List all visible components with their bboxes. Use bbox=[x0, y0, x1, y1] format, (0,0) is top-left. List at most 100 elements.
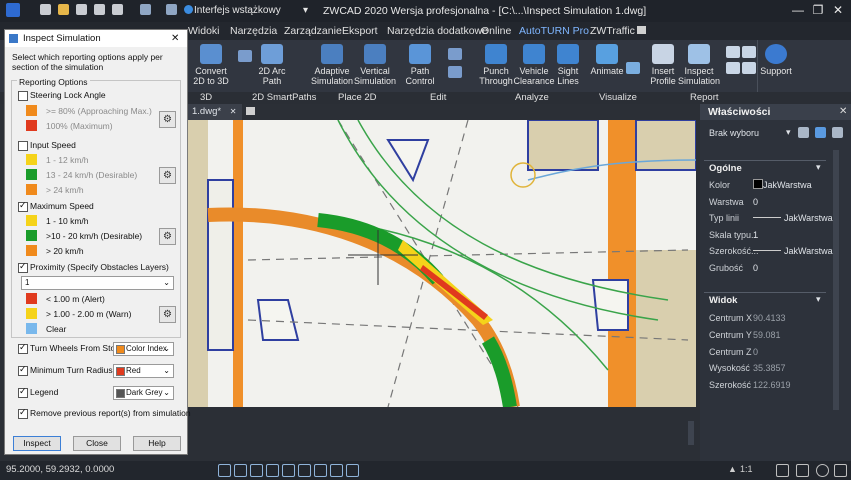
turn-wheels-checkbox[interactable] bbox=[18, 342, 28, 354]
obstacle-layer-select[interactable]: 1 ⌄ bbox=[21, 276, 174, 290]
prop-value[interactable]: 0 bbox=[753, 197, 758, 207]
prop-value[interactable]: JakWarstwa bbox=[763, 180, 812, 190]
menu-narzedzia-dodatkowe[interactable]: Narzędzia dodatkowe bbox=[387, 24, 488, 38]
otrack-icon[interactable] bbox=[298, 464, 311, 477]
edit-tool-icon[interactable] bbox=[448, 48, 462, 60]
annotation-scale[interactable]: 1:1 bbox=[740, 464, 753, 474]
prop-value[interactable]: 1 bbox=[753, 230, 758, 240]
settings-gear-icon[interactable] bbox=[816, 464, 829, 477]
new-tab-icon[interactable] bbox=[246, 107, 255, 115]
menu-online[interactable]: Online bbox=[481, 24, 511, 38]
undo-icon[interactable] bbox=[140, 4, 151, 15]
dialog-title-bar[interactable]: Inspect Simulation ✕ bbox=[5, 30, 187, 47]
edit-tool-icon[interactable] bbox=[448, 66, 462, 78]
menu-zarzadzanie[interactable]: Zarządzanie bbox=[284, 24, 342, 38]
2d-arc-path-button[interactable]: 2D Arc Path bbox=[250, 44, 294, 94]
legend-checkbox[interactable] bbox=[18, 386, 28, 398]
collapse-icon[interactable]: ▾ bbox=[816, 162, 821, 173]
sight-lines-button[interactable]: Sight Lines bbox=[546, 44, 590, 94]
help-button[interactable]: Help bbox=[133, 436, 181, 451]
input-speed-checkbox[interactable] bbox=[18, 141, 28, 151]
prop-value[interactable]: JakWarstwa bbox=[784, 213, 833, 223]
menu-widoki[interactable]: Widoki bbox=[188, 24, 220, 38]
color-picker-button[interactable]: ⚙ bbox=[159, 306, 176, 323]
inspect-button[interactable]: Inspect bbox=[13, 436, 61, 451]
close-dialog-button[interactable]: Close bbox=[73, 436, 121, 451]
steering-lock-checkbox[interactable] bbox=[18, 91, 28, 101]
annotation-scale-icon[interactable]: ▲ bbox=[728, 464, 737, 474]
collapse-icon[interactable]: ▾ bbox=[816, 294, 821, 305]
print-icon[interactable] bbox=[112, 4, 123, 15]
proximity-checkbox[interactable] bbox=[18, 261, 28, 273]
general-section-header[interactable]: Ogólne bbox=[709, 163, 742, 174]
annotation-visibility-icon[interactable] bbox=[776, 464, 789, 477]
maximum-speed-label: Maximum Speed bbox=[30, 201, 94, 211]
command-scrollbar[interactable] bbox=[688, 421, 694, 445]
color-picker-button[interactable]: ⚙ bbox=[159, 167, 176, 184]
menu-eksport[interactable]: Eksport bbox=[342, 24, 378, 38]
polar-icon[interactable] bbox=[266, 464, 279, 477]
report-tool-icon[interactable] bbox=[726, 62, 740, 74]
snap-icon[interactable] bbox=[234, 464, 247, 477]
restore-button[interactable]: ❐ bbox=[808, 2, 828, 18]
document-tab[interactable]: 1.dwg* ✕ bbox=[188, 104, 242, 120]
save-as-icon[interactable] bbox=[94, 4, 105, 15]
panel-close-icon[interactable]: ✕ bbox=[839, 106, 847, 117]
proximity-label: Proximity (Specify Obstacles Layers) bbox=[30, 262, 169, 272]
maximum-speed-checkbox[interactable] bbox=[18, 200, 28, 212]
lineweight-icon[interactable] bbox=[314, 464, 327, 477]
properties-scrollbar[interactable] bbox=[833, 150, 839, 410]
chevron-down-icon[interactable]: ▾ bbox=[786, 127, 791, 138]
remove-previous-checkbox[interactable] bbox=[18, 407, 28, 419]
menu-zwtraffic[interactable]: ZWTraffic bbox=[590, 24, 635, 38]
dialog-close-icon[interactable]: ✕ bbox=[171, 30, 179, 47]
color-picker-button[interactable]: ⚙ bbox=[159, 228, 176, 245]
minimum-turn-radius-select[interactable]: Red ⌄ bbox=[113, 364, 174, 378]
animate-button[interactable]: Animate bbox=[585, 44, 629, 94]
minimum-turn-radius-checkbox[interactable] bbox=[18, 364, 28, 376]
minimize-button[interactable]: — bbox=[788, 2, 808, 18]
new-file-icon[interactable] bbox=[40, 4, 51, 15]
selection-dropdown[interactable]: Brak wyboru bbox=[709, 128, 759, 138]
save-icon[interactable] bbox=[76, 4, 87, 15]
ribbon-toggle-icon[interactable] bbox=[637, 26, 646, 34]
close-button[interactable]: ✕ bbox=[828, 2, 848, 18]
convert-2d-3d-button[interactable]: Convert 2D to 3D bbox=[189, 44, 233, 94]
legend-select[interactable]: Dark Grey ⌄ bbox=[113, 386, 174, 400]
path-control-button[interactable]: Path Control bbox=[398, 44, 442, 94]
maximum-speed-row-label: >10 - 20 km/h (Desirable) bbox=[46, 231, 143, 241]
select-objects-icon[interactable] bbox=[815, 127, 826, 138]
command-area[interactable] bbox=[188, 407, 696, 461]
open-file-icon[interactable] bbox=[58, 4, 69, 15]
color-picker-button[interactable]: ⚙ bbox=[159, 111, 176, 128]
remove-previous-label: Remove previous report(s) from simulatio… bbox=[30, 408, 191, 418]
model-icon[interactable] bbox=[330, 464, 343, 477]
prop-value[interactable]: 0 bbox=[753, 263, 758, 273]
menu-autoturn-pro[interactable]: AutoTURN Pro bbox=[519, 24, 589, 38]
prop-value[interactable]: JakWarstwa bbox=[784, 246, 833, 256]
turn-wheels-select[interactable]: Color Index ⌄ bbox=[113, 342, 174, 356]
inspect-simulation-button[interactable]: Inspect Simulation bbox=[677, 44, 721, 94]
grid-icon[interactable] bbox=[218, 464, 231, 477]
report-tool-icon[interactable] bbox=[726, 46, 740, 58]
menu-narzedzia[interactable]: Narzędzia bbox=[230, 24, 277, 38]
toggle-pickadd-icon[interactable] bbox=[832, 127, 843, 138]
view-section-header[interactable]: Widok bbox=[709, 295, 737, 306]
tab-close-icon[interactable]: ✕ bbox=[230, 107, 237, 116]
insert-profile-label: Insert Profile bbox=[650, 66, 676, 86]
vertical-simulation-button[interactable]: Vertical Simulation bbox=[353, 44, 397, 94]
workspace-switch-icon[interactable] bbox=[796, 464, 809, 477]
dynamic-input-icon[interactable] bbox=[346, 464, 359, 477]
ortho-icon[interactable] bbox=[250, 464, 263, 477]
workspace-selector[interactable]: Interfejs wstążkowy ▾ bbox=[194, 3, 310, 19]
refresh-icon[interactable] bbox=[626, 62, 640, 74]
osnap-icon[interactable] bbox=[282, 464, 295, 477]
drawing-canvas[interactable] bbox=[188, 120, 696, 407]
adaptive-simulation-button[interactable]: Adaptive Simulation bbox=[310, 44, 354, 94]
support-button[interactable]: Support bbox=[754, 44, 798, 94]
vertical-simulation-icon bbox=[364, 44, 386, 64]
arc-path-icon bbox=[261, 44, 283, 64]
redo-icon[interactable] bbox=[166, 4, 177, 15]
quick-select-icon[interactable] bbox=[798, 127, 809, 138]
fullscreen-icon[interactable] bbox=[834, 464, 847, 477]
